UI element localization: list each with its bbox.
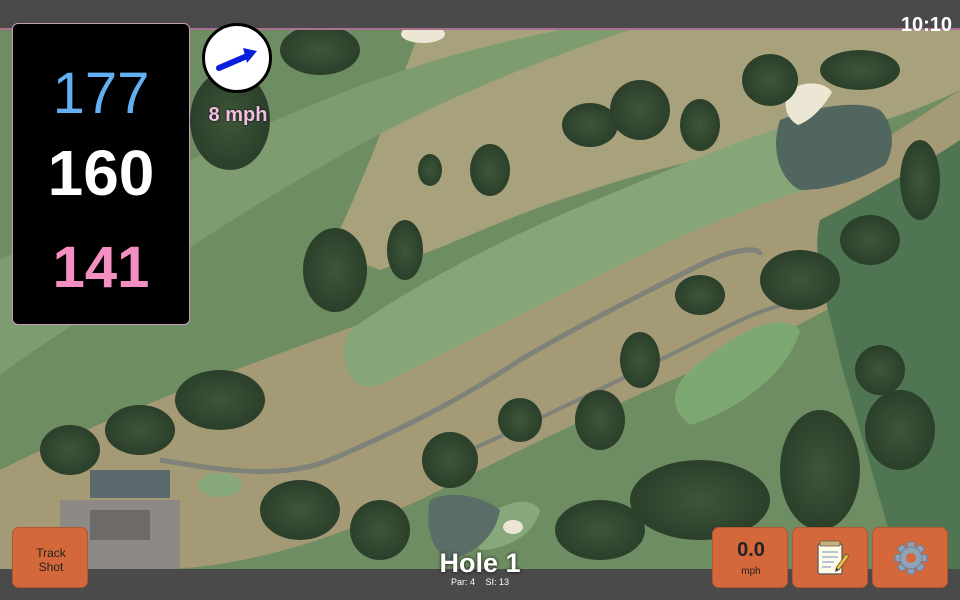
track-shot-label-line1: Track [36, 546, 66, 560]
notepad-icon [817, 540, 850, 575]
track-shot-button[interactable]: Track Shot [12, 527, 88, 588]
hole-par: Par: 4 [450, 577, 475, 587]
speed-button[interactable]: 0.0 mph [712, 527, 788, 588]
middle-distance: 160 [47, 137, 155, 209]
wind-direction-indicator [202, 23, 272, 93]
wind-direction-arrow-icon [216, 48, 257, 71]
notes-button[interactable] [792, 527, 868, 588]
gear-icon [894, 541, 928, 575]
settings-button[interactable] [872, 527, 948, 588]
hole-info: Par: 4 SI: 13 [380, 577, 580, 587]
back-distance: 177 [52, 61, 150, 126]
status-time: 10:10 [900, 14, 952, 36]
wind-speed-label: 8 mph [208, 104, 268, 126]
speed-unit: mph [741, 566, 761, 577]
golf-gps-app: 10:10 177 160 141 8 mph Track Shot Hole … [0, 0, 960, 600]
speed-value: 0.0 [737, 539, 765, 561]
hole-stroke-index: SI: 13 [485, 577, 510, 587]
front-distance: 141 [52, 235, 150, 300]
hole-title: Hole 1 [439, 548, 521, 578]
track-shot-label-line2: Shot [38, 560, 64, 574]
distance-panel: 177 160 141 [12, 23, 190, 325]
